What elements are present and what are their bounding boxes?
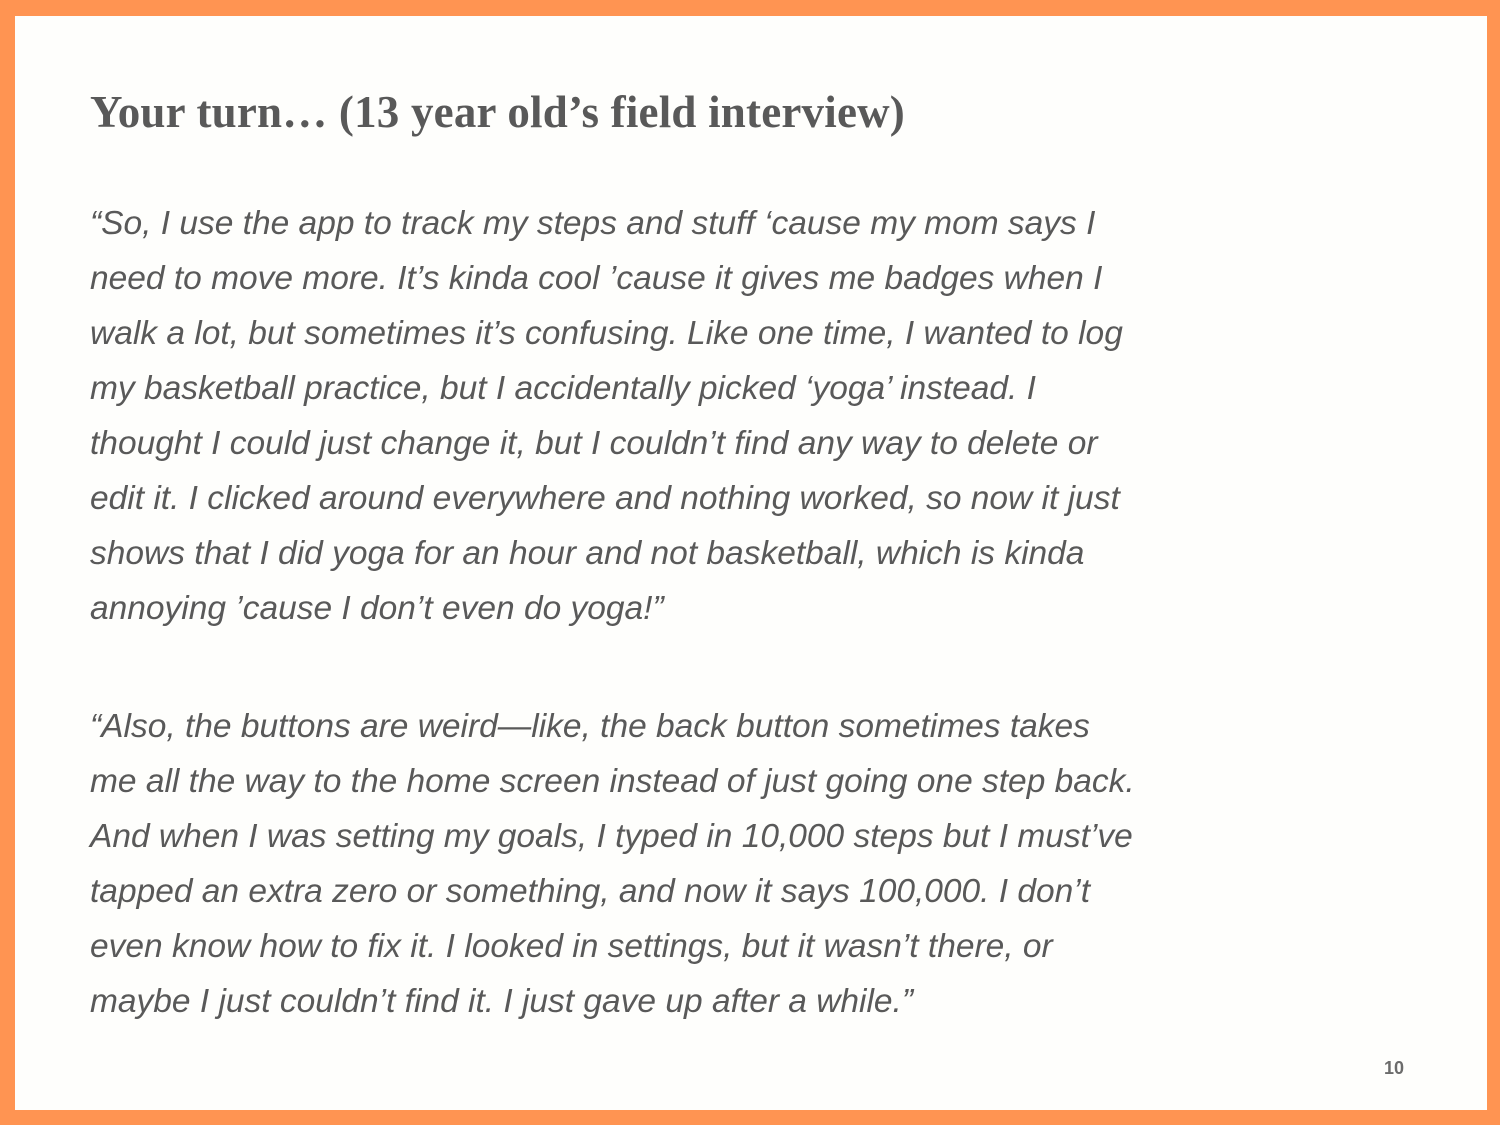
- quote-line: even know how to fix it. I looked in set…: [90, 928, 1053, 965]
- quote-line: need to move more. It’s kinda cool ’caus…: [90, 260, 1103, 297]
- quote-line: my basketball practice, but I accidental…: [90, 370, 1036, 407]
- quote-line: “So, I use the app to track my steps and…: [90, 205, 1096, 242]
- page-number: 10: [1383, 1058, 1404, 1078]
- quote-paragraph-2: “Also, the buttons are weird—like, the b…: [90, 699, 1135, 1029]
- quote-line: edit it. I clicked around everywhere and…: [90, 480, 1120, 517]
- slide-title: Your turn… (13 year old’s field intervie…: [90, 87, 905, 137]
- quote-line: walk a lot, but sometimes it’s confusing…: [90, 315, 1123, 352]
- quote-line: annoying ’cause I don’t even do yoga!”: [90, 590, 664, 627]
- slide: Your turn… (13 year old’s field intervie…: [15, 16, 1487, 1110]
- quote-line: tapped an extra zero or something, and n…: [90, 873, 1091, 910]
- quote-line: shows that I did yoga for an hour and no…: [90, 535, 1085, 572]
- quote-line: “Also, the buttons are weird—like, the b…: [90, 708, 1090, 745]
- quote-line: me all the way to the home screen instea…: [90, 763, 1135, 800]
- quote-line: And when I was setting my goals, I typed…: [90, 818, 1133, 855]
- quote-line: maybe I just couldn’t find it. I just ga…: [90, 983, 914, 1020]
- quote-paragraph-1: “So, I use the app to track my steps and…: [90, 196, 1123, 636]
- quote-line: thought I could just change it, but I co…: [90, 425, 1098, 462]
